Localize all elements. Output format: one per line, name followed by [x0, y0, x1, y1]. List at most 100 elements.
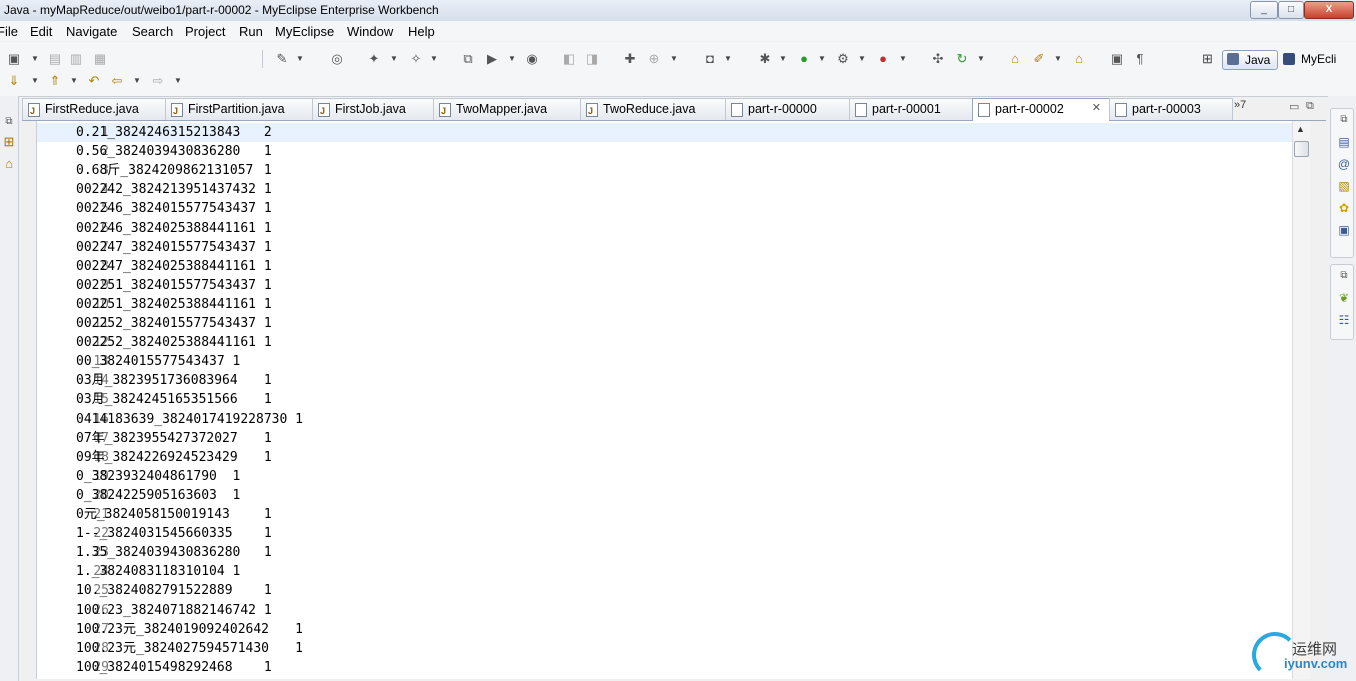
print-icon[interactable]: ▦ [92, 51, 108, 67]
back-icon[interactable]: ⇦ [109, 73, 125, 89]
menu-file[interactable]: File [0, 24, 18, 39]
editor-line[interactable]: 19 0_3823932404861790 1 [37, 467, 1293, 486]
hierarchy-icon[interactable]: ⌂ [1, 156, 17, 172]
editor-line[interactable]: 22 1--_3824031545660335 1 [37, 524, 1293, 543]
editor-line[interactable]: 12 002252_3824025388441161 1 [37, 333, 1293, 352]
editor-line[interactable]: 28 100.23元_3824027594571430 1 [37, 639, 1293, 658]
declaration-icon[interactable]: ▧ [1337, 179, 1351, 193]
dropdown-icon[interactable]: ▼ [390, 51, 398, 67]
editor-line[interactable]: 21 0元_3824058150019143 1 [37, 505, 1293, 524]
menu-myeclipse[interactable]: MyEclipse [275, 24, 334, 39]
dropdown-icon[interactable]: ▼ [70, 73, 78, 89]
editor-line[interactable]: 15 03月_3824245165351566 1 [37, 390, 1293, 409]
editor-line[interactable]: 6 002246_3824025388441161 1 [37, 219, 1293, 238]
tab-firstreduce-java[interactable]: FirstReduce.java [22, 98, 166, 120]
dropdown-icon[interactable]: ▼ [430, 51, 438, 67]
editor-vertical-scrollbar[interactable]: ▲ [1292, 121, 1310, 679]
restore-icon[interactable]: ⧉ [1337, 269, 1351, 283]
minimize-button[interactable]: _ [1250, 1, 1278, 19]
menu-run[interactable]: Run [239, 24, 263, 39]
editor-line[interactable]: 27 100.23元_3824019092402642 1 [37, 620, 1293, 639]
close-button[interactable]: X [1304, 1, 1354, 19]
servers-icon[interactable]: ✿ [1337, 201, 1351, 215]
editor-line[interactable]: 4 002242_3824213951437432 1 [37, 180, 1293, 199]
wizard-icon[interactable]: ✚ [622, 51, 638, 67]
editor-line[interactable]: 17 07年_3823955427372027 1 [37, 429, 1293, 448]
refresh-icon[interactable]: ↻ [954, 51, 970, 67]
tab-overflow-button[interactable]: »7 [1234, 99, 1246, 111]
new-icon[interactable]: ▣ [6, 51, 22, 67]
editor-line[interactable]: 23 1.35_3824039430836280 1 [37, 543, 1293, 562]
folder-icon[interactable]: ⌂ [1071, 51, 1087, 67]
editor-line[interactable]: 8 002247_3824025388441161 1 [37, 257, 1293, 276]
menu-project[interactable]: Project [185, 24, 225, 39]
editor-line[interactable]: 11 002252_3824015577543437 1 [37, 314, 1293, 333]
editor-line[interactable]: 9 002251_3824015577543437 1 [37, 276, 1293, 295]
restore-icon[interactable]: ⧉ [1337, 113, 1351, 127]
tab-tworeduce-java[interactable]: TwoReduce.java [580, 98, 726, 120]
console-icon[interactable]: ▣ [1337, 223, 1351, 237]
editor-line[interactable]: 7 002247_3824015577543437 1 [37, 238, 1293, 257]
editor-line[interactable]: 20 0_3824225905163603 1 [37, 486, 1293, 505]
forward-icon[interactable]: ⇨ [150, 73, 166, 89]
tab-part-r-00001[interactable]: part-r-00001 [849, 98, 973, 120]
web-browser-icon[interactable]: ◉ [524, 51, 540, 67]
open-type-icon[interactable]: ◧ [561, 51, 577, 67]
deploy-icon[interactable]: ⧉ [460, 51, 476, 67]
editor-line[interactable]: 3 0.68斤_3824209862131057 1 [37, 161, 1293, 180]
tab-part-r-00000[interactable]: part-r-00000 [725, 98, 850, 120]
open-perspective-icon[interactable]: ⊞ [1202, 51, 1213, 67]
editor-line[interactable]: 14 03月_3823951736083964 1 [37, 371, 1293, 390]
menu-navigate[interactable]: Navigate [66, 24, 117, 39]
package-icon[interactable]: ✣ [930, 51, 946, 67]
perspective-java[interactable]: Java [1222, 50, 1278, 70]
dropdown-icon[interactable]: ▼ [133, 73, 141, 89]
dropdown-icon[interactable]: ▼ [724, 51, 732, 67]
dropdown-icon[interactable]: ▼ [1054, 51, 1062, 67]
run-server-icon[interactable]: ▶ [484, 51, 500, 67]
maximize-button[interactable]: □ [1278, 1, 1304, 19]
open-folder-icon[interactable]: ⌂ [1007, 51, 1023, 67]
run-icon[interactable]: ● [796, 51, 812, 67]
menu-help[interactable]: Help [408, 24, 435, 39]
minimize-editor-icon[interactable]: ▭ [1289, 100, 1299, 113]
tab-part-r-00003[interactable]: part-r-00003 [1109, 98, 1233, 120]
dropdown-icon[interactable]: ▼ [670, 51, 678, 67]
dropdown-icon[interactable]: ▼ [508, 51, 516, 67]
new-class-icon[interactable]: ✧ [408, 51, 424, 67]
properties-icon[interactable]: ☷ [1337, 313, 1351, 327]
camera-icon[interactable]: ◘ [702, 51, 718, 67]
restore-icon[interactable]: ⧉ [1, 114, 17, 130]
dropdown-icon[interactable]: ▼ [174, 73, 182, 89]
scrollbar-thumb[interactable] [1294, 141, 1309, 157]
menu-search[interactable]: Search [132, 24, 173, 39]
save-icon[interactable]: ▤ [47, 51, 63, 67]
save-all-icon[interactable]: ▥ [68, 51, 84, 67]
globe-icon[interactable]: ⊕ [646, 51, 662, 67]
block-selection-icon[interactable]: ▣ [1109, 51, 1125, 67]
javadoc-icon[interactable]: @ [1337, 157, 1351, 171]
last-edit-icon[interactable]: ↶ [86, 73, 102, 89]
dropdown-icon[interactable]: ▼ [296, 51, 304, 67]
menu-window[interactable]: Window [347, 24, 393, 39]
stop-server-icon[interactable]: ● [875, 51, 891, 67]
editor-line[interactable]: 25 10._3824082791522889 1 [37, 581, 1293, 600]
pencil-icon[interactable]: ✐ [1031, 51, 1047, 67]
tab-firstpartition-java[interactable]: FirstPartition.java [165, 98, 313, 120]
package-explorer-icon[interactable]: ⊞ [1, 134, 17, 150]
editor-line[interactable]: 18 09年_3824226924523429 1 [37, 448, 1293, 467]
new-web-project-icon[interactable]: ✦ [366, 51, 382, 67]
dropdown-icon[interactable]: ▼ [977, 51, 985, 67]
editor-line[interactable]: 5 002246_3824015577543437 1 [37, 199, 1293, 218]
tab-part-r-00002[interactable]: part-r-00002 ✕ [972, 98, 1110, 121]
debug-icon[interactable]: ✱ [757, 51, 773, 67]
dropdown-icon[interactable]: ▼ [779, 51, 787, 67]
editor-line[interactable]: 16 0414183639_3824017419228730 1 [37, 410, 1293, 429]
debug-server-icon[interactable]: ◎ [329, 51, 345, 67]
close-tab-icon[interactable]: ✕ [1092, 99, 1101, 119]
editor-line[interactable]: 10 002251_3824025388441161 1 [37, 295, 1293, 314]
editor-line[interactable]: 1 0.21_3824246315213843 2 [37, 123, 1293, 143]
scroll-up-icon[interactable]: ▲ [1296, 124, 1305, 134]
dropdown-icon[interactable]: ▼ [899, 51, 907, 67]
editor-line[interactable]: 13 00_3824015577543437 1 [37, 352, 1293, 371]
